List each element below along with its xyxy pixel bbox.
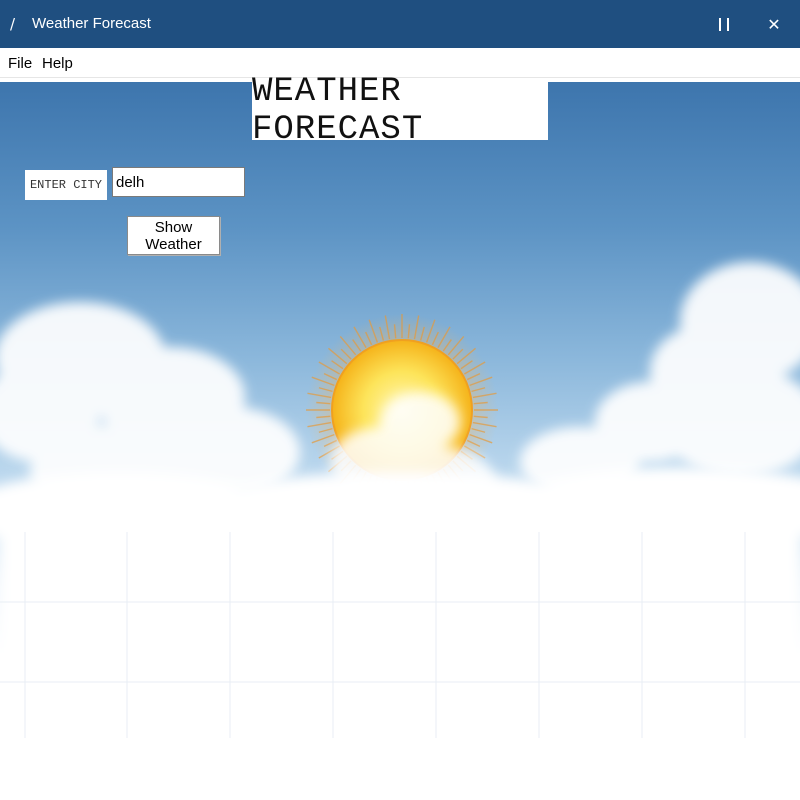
window-title: Weather Forecast [32, 15, 151, 32]
page-title: WEATHER FORECAST [252, 73, 548, 149]
show-weather-button[interactable]: Show Weather [127, 216, 220, 255]
menu-help[interactable]: Help [42, 55, 73, 73]
cloud-right [520, 262, 800, 497]
maximize-icon [719, 17, 729, 31]
close-button[interactable]: ✕ [750, 0, 798, 48]
title-bar: / Weather Forecast ✕ [0, 0, 800, 48]
close-icon: ✕ [767, 14, 781, 34]
city-input[interactable] [112, 167, 245, 197]
city-label: ENTER CITY [25, 170, 107, 200]
maximize-button[interactable] [700, 0, 748, 48]
feather-icon: / [10, 15, 16, 33]
menu-file[interactable]: File [8, 55, 32, 73]
